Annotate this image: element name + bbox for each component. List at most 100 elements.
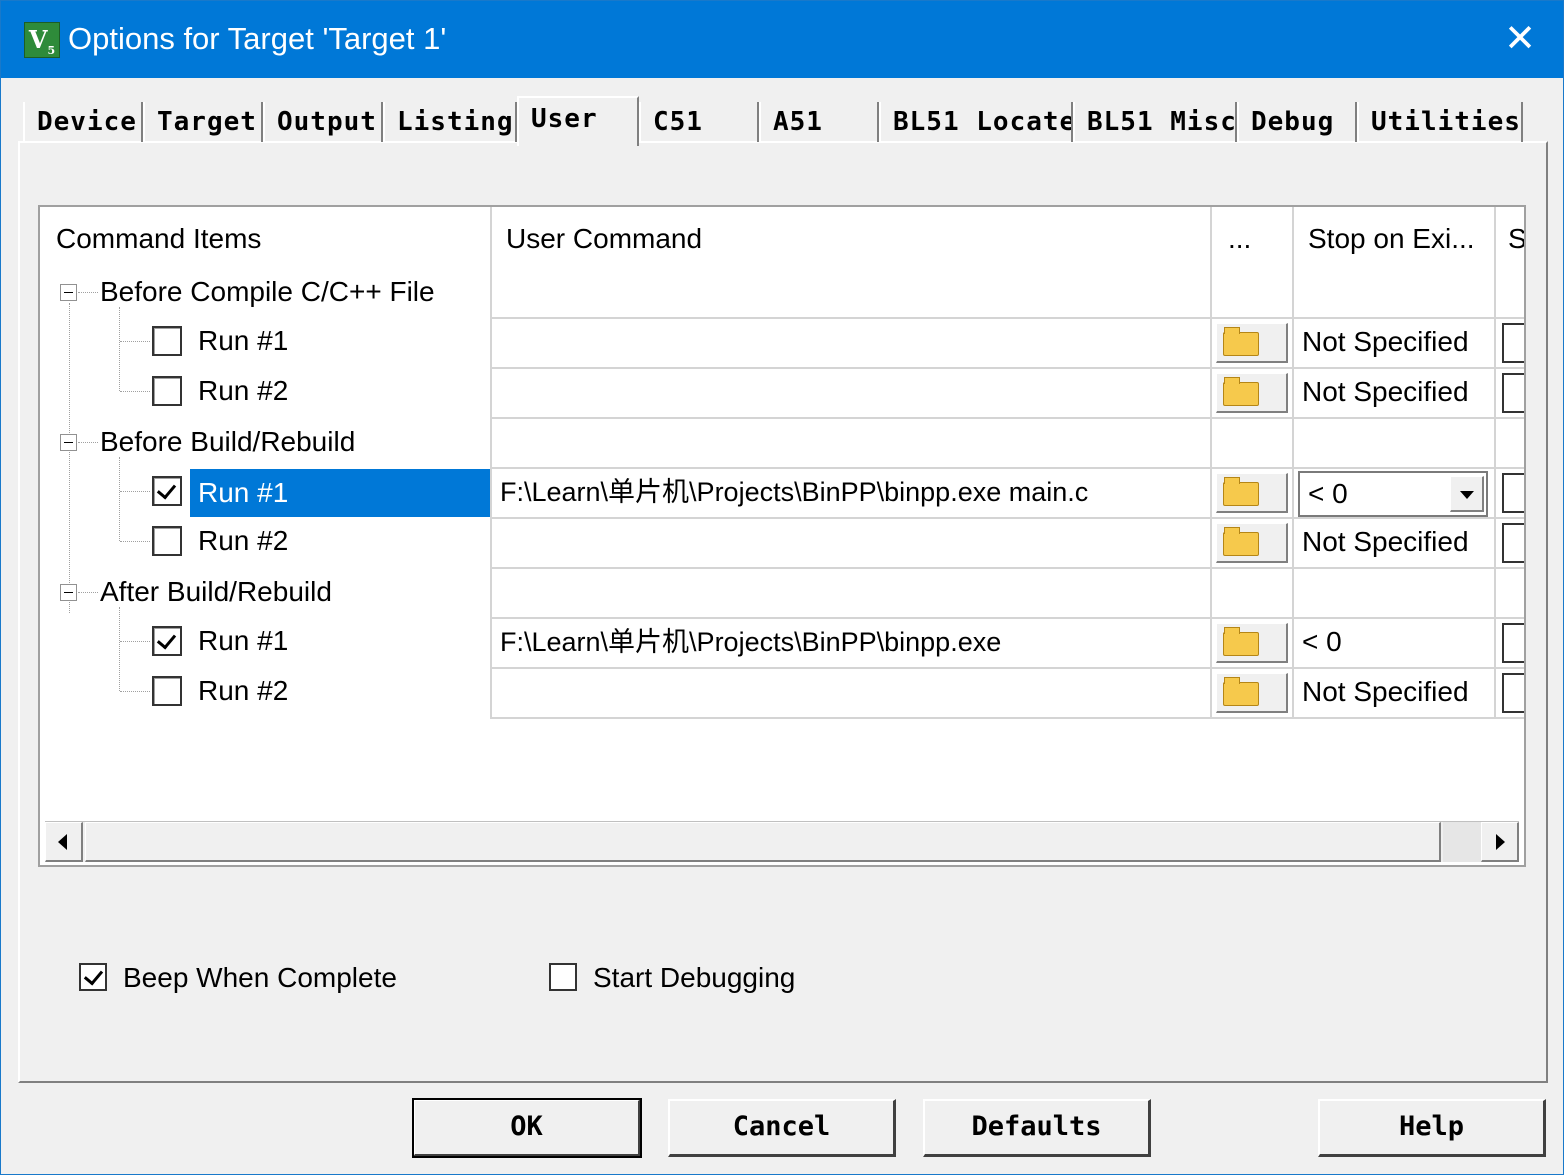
run-checkbox[interactable]	[152, 476, 182, 506]
tab-utilities[interactable]: Utilities	[1357, 102, 1523, 142]
group-before-compile: Before Compile C/C++ File	[100, 276, 435, 307]
scroll-thumb[interactable]	[85, 822, 1441, 862]
run-label: Run #2	[198, 525, 289, 556]
start-debugging-checkbox[interactable]	[549, 963, 577, 991]
tab-listing[interactable]: Listing	[383, 102, 517, 142]
col-divider	[1292, 207, 1294, 719]
tab-c51[interactable]: C51	[639, 102, 759, 142]
run-label: Run #1	[198, 325, 289, 356]
run-checkbox[interactable]	[152, 326, 182, 356]
partial-checkbox[interactable]	[1502, 673, 1524, 713]
header-user-command: User Command	[506, 223, 703, 254]
folder-icon	[1223, 327, 1259, 356]
collapse-icon[interactable]	[60, 584, 77, 601]
combo-value: < 0	[1308, 478, 1348, 509]
scroll-right-icon[interactable]	[1481, 822, 1519, 862]
partial-checkbox[interactable]	[1502, 473, 1524, 513]
stop-on-exit-cell[interactable]: Not Specified	[1302, 367, 1469, 417]
tree-line	[120, 391, 150, 392]
partial-checkbox[interactable]	[1502, 523, 1524, 563]
tab-bl51-locate[interactable]: BL51 Locate	[879, 102, 1073, 142]
row-divider	[492, 717, 1524, 719]
group-after-build: After Build/Rebuild	[100, 576, 332, 607]
tree-line	[78, 292, 98, 293]
stop-on-exit-cell[interactable]: < 0	[1302, 617, 1342, 667]
header-browse: ...	[1228, 223, 1252, 254]
horizontal-scrollbar[interactable]	[45, 821, 1519, 862]
row-divider	[492, 417, 1524, 419]
tree-line	[120, 641, 150, 642]
title-bar: V5 Options for Target 'Target 1' ✕	[1, 1, 1563, 78]
col-divider	[1494, 207, 1496, 719]
run-label: Run #2	[198, 675, 289, 706]
beep-checkbox[interactable]	[79, 963, 107, 991]
run-checkbox[interactable]	[152, 626, 182, 656]
start-debugging-label: Start Debugging	[593, 962, 796, 993]
row-divider	[492, 567, 1524, 569]
window-title: Options for Target 'Target 1'	[68, 21, 447, 56]
collapse-icon[interactable]	[60, 434, 77, 451]
header-command-items: Command Items	[56, 223, 262, 254]
app-icon-sub: 5	[47, 43, 56, 57]
user-command-cell[interactable]: F:\Learn\单片机\Projects\BinPP\binpp.exe ma…	[500, 467, 1088, 517]
tab-target[interactable]: Target	[143, 102, 263, 142]
header-extra: S	[1508, 223, 1526, 254]
tree-line	[119, 457, 120, 541]
scroll-left-icon[interactable]	[45, 822, 83, 862]
collapse-icon[interactable]	[60, 284, 77, 301]
partial-checkbox[interactable]	[1502, 623, 1524, 663]
tab-bl51-misc[interactable]: BL51 Misc	[1073, 102, 1237, 142]
stop-on-exit-combo[interactable]: < 0	[1298, 471, 1488, 517]
run-checkbox[interactable]	[152, 676, 182, 706]
tree-line	[119, 607, 120, 691]
tab-output[interactable]: Output	[263, 102, 383, 142]
folder-icon	[1223, 477, 1259, 506]
browse-button[interactable]	[1216, 523, 1288, 563]
run-checkbox[interactable]	[152, 526, 182, 556]
stop-on-exit-cell[interactable]: Not Specified	[1302, 667, 1469, 717]
tree-line	[120, 691, 150, 692]
user-command-grid: Command Items User Command ... Stop on E…	[38, 205, 1526, 867]
stop-on-exit-cell[interactable]: Not Specified	[1302, 517, 1469, 567]
tab-user[interactable]: User	[517, 96, 639, 146]
tab-debug[interactable]: Debug	[1237, 102, 1357, 142]
help-button[interactable]: Help	[1318, 1099, 1546, 1157]
tree-line	[120, 541, 150, 542]
stop-on-exit-cell[interactable]: Not Specified	[1302, 317, 1469, 367]
tab-a51[interactable]: A51	[759, 102, 879, 142]
run-label-selected[interactable]: Run #1	[190, 469, 490, 517]
options-dialog: V5 Options for Target 'Target 1' ✕ Devic…	[0, 0, 1564, 1175]
tree-line	[120, 491, 150, 492]
user-command-cell[interactable]: F:\Learn\单片机\Projects\BinPP\binpp.exe	[500, 617, 1001, 667]
ok-button[interactable]: OK	[412, 1098, 642, 1158]
browse-button[interactable]	[1216, 473, 1288, 513]
chevron-down-icon[interactable]	[1450, 476, 1484, 512]
browse-button[interactable]	[1216, 623, 1288, 663]
tree-line	[119, 307, 120, 391]
col-divider	[1210, 207, 1212, 719]
folder-icon	[1223, 377, 1259, 406]
run-label: Run #1	[198, 625, 289, 656]
close-icon[interactable]: ✕	[1477, 1, 1563, 78]
browse-button[interactable]	[1216, 323, 1288, 363]
cancel-button[interactable]: Cancel	[668, 1099, 896, 1157]
tree-line	[78, 592, 98, 593]
header-stop-on-exit: Stop on Exi...	[1308, 223, 1475, 254]
app-icon-letter: V	[28, 25, 48, 54]
keil-app-icon: V5	[24, 22, 60, 58]
partial-checkbox[interactable]	[1502, 323, 1524, 363]
partial-checkbox[interactable]	[1502, 373, 1524, 413]
tree-line	[120, 341, 150, 342]
browse-button[interactable]	[1216, 673, 1288, 713]
tab-device[interactable]: Device	[23, 102, 143, 142]
group-before-build: Before Build/Rebuild	[100, 426, 356, 457]
defaults-button[interactable]: Defaults	[923, 1099, 1151, 1157]
folder-icon	[1223, 527, 1259, 556]
folder-icon	[1223, 627, 1259, 656]
folder-icon	[1223, 677, 1259, 706]
beep-label: Beep When Complete	[123, 962, 397, 993]
tree-line	[69, 303, 70, 613]
scroll-track[interactable]	[1443, 822, 1481, 862]
browse-button[interactable]	[1216, 373, 1288, 413]
run-checkbox[interactable]	[152, 376, 182, 406]
